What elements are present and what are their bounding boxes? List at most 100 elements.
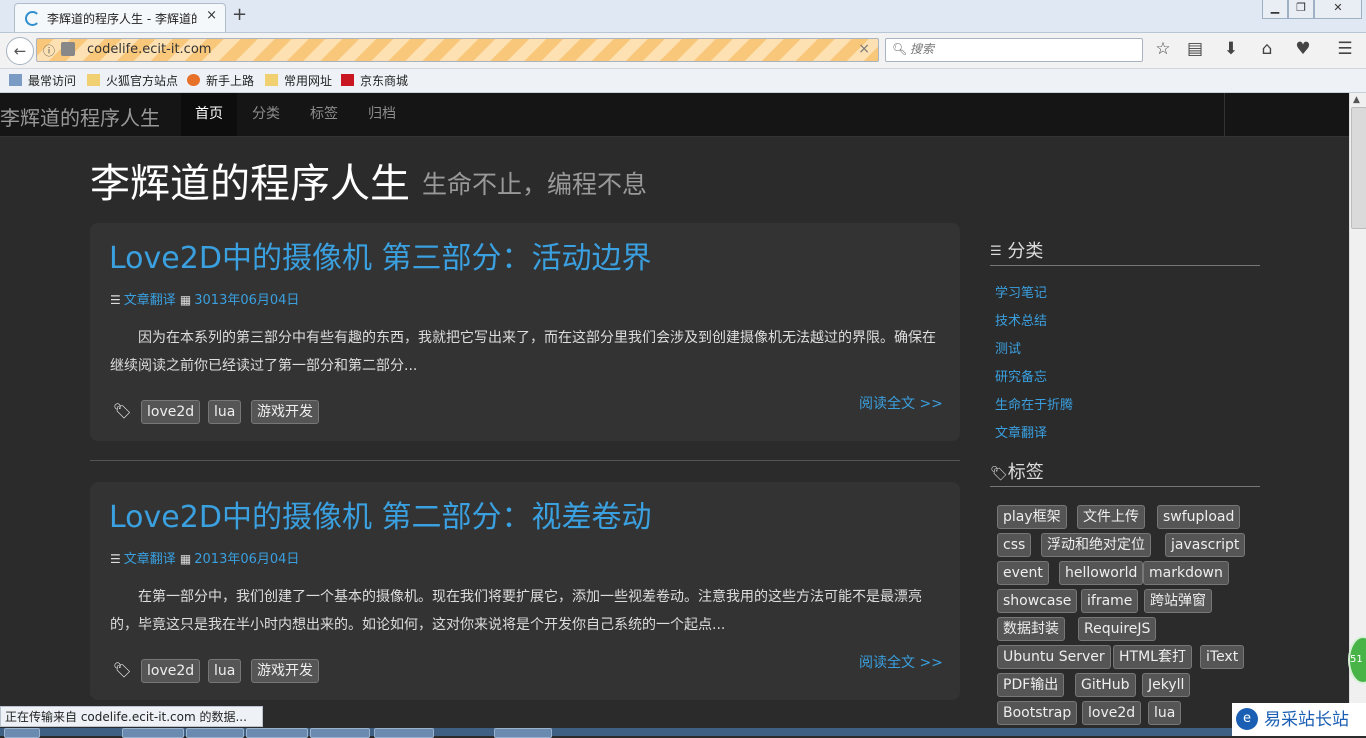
sidebar-tag[interactable]: event (997, 561, 1049, 585)
sidebar-tag[interactable]: 文件上传 (1077, 505, 1145, 529)
site-navbar: 李辉道的程序人生 首页 分类 标签 归档 (0, 93, 1349, 137)
sidebar-tag[interactable]: swfupload (1157, 505, 1241, 529)
sidebar-tag[interactable]: GitHub (1075, 673, 1136, 697)
category-link[interactable]: 研究备忘 (995, 366, 1047, 385)
post-tag[interactable]: lua (208, 659, 242, 683)
bookmark-firefox-site[interactable]: 火狐官方站点 (87, 72, 178, 89)
post-tag[interactable]: love2d (141, 400, 201, 424)
sidebar-tag[interactable]: showcase (997, 589, 1078, 613)
post-divider (90, 460, 960, 461)
sidebar-tag[interactable]: 数据封装 (997, 617, 1065, 641)
sidebar-tag[interactable]: markdown (1143, 561, 1229, 585)
post-tag[interactable]: 游戏开发 (251, 659, 319, 683)
taskbar-app[interactable] (186, 728, 244, 738)
post-excerpt: 在第一部分中，我们创建了一个基本的摄像机。现在我们将要扩展它，添加一些视差卷动。… (110, 589, 922, 633)
nav-categories[interactable]: 分类 (238, 93, 294, 136)
tags-heading: 🏷︎标签 (990, 462, 1044, 483)
close-tab-icon[interactable]: × (206, 8, 217, 23)
list-icon: ☰ (110, 552, 121, 566)
maximize-button[interactable]: ❐ (1288, 0, 1314, 19)
folder-icon (87, 74, 100, 86)
taskbar-app[interactable] (310, 728, 370, 738)
sidebar-tag[interactable]: lua (1148, 701, 1182, 725)
home-icon[interactable]: ⌂ (1256, 39, 1278, 59)
star-icon[interactable]: ☆ (1152, 39, 1174, 59)
scroll-thumb[interactable] (1351, 107, 1366, 229)
sidebar-rule (990, 265, 1260, 266)
bookmark-common-sites[interactable]: 常用网址 (265, 72, 332, 89)
site-identity-icon (61, 42, 75, 56)
new-tab-button[interactable]: + (232, 4, 247, 25)
reading-list-icon[interactable]: ▤ (1184, 39, 1206, 59)
sidebar-tag[interactable]: Jekyll (1142, 673, 1191, 697)
category-link[interactable]: 学习笔记 (995, 282, 1047, 301)
post-category[interactable]: 文章翻译 (124, 552, 176, 567)
post-meta: ☰ 文章翻译 ▦ 3013年06月04日 (110, 289, 299, 308)
bookmark-jd[interactable]: 京东商城 (341, 72, 408, 89)
sidebar-tag[interactable]: 浮动和绝对定位 (1041, 533, 1151, 557)
sidebar-tag[interactable]: play框架 (997, 505, 1067, 529)
tab-bar: 李辉道的程序人生 - 李辉道的 × + ▁ ❐ ✕ (0, 0, 1366, 33)
read-more-link[interactable]: 阅读全文 >> (859, 652, 943, 672)
sidebar-tag[interactable]: PDF输出 (997, 673, 1065, 697)
site-info-icon[interactable]: ⓘ (43, 42, 55, 59)
sidebar-tag[interactable]: iframe (1081, 589, 1139, 613)
search-input[interactable] (910, 42, 1130, 56)
sidebar-tag[interactable]: love2d (1082, 701, 1142, 725)
back-arrow-icon: ← (13, 42, 27, 60)
jd-icon (341, 74, 354, 86)
sidebar-tag[interactable]: iText (1200, 645, 1245, 669)
site-brand[interactable]: 李辉道的程序人生 (0, 102, 160, 131)
post-card: Love2D中的摄像机 第二部分：视差卷动 ☰ 文章翻译 ▦ 2013年06月04日… (90, 482, 960, 700)
taskbar-app[interactable] (374, 728, 434, 738)
watermark-text: 易采站长站 (1264, 710, 1349, 730)
taskbar-app[interactable] (494, 728, 552, 738)
scroll-up-icon[interactable]: ▲ (1353, 95, 1360, 105)
pocket-icon[interactable]: ♥ (1292, 39, 1314, 59)
post-tag[interactable]: love2d (141, 659, 201, 683)
nav-home[interactable]: 首页 (181, 93, 237, 136)
tags-icon: 🏷︎ (113, 661, 133, 679)
taskbar-app[interactable] (122, 728, 184, 738)
read-more-link[interactable]: 阅读全文 >> (859, 393, 943, 413)
post-title[interactable]: Love2D中的摄像机 第三部分：活动边界 (109, 233, 651, 277)
nav-archive[interactable]: 归档 (354, 93, 410, 136)
post-excerpt: 因为在本系列的第三部分中有些有趣的东西，我就把它写出来了，而在这部分里我们会涉及… (110, 330, 936, 374)
category-link[interactable]: 文章翻译 (995, 422, 1047, 441)
category-link[interactable]: 测试 (995, 338, 1021, 357)
sidebar-tag[interactable]: RequireJS (1078, 617, 1157, 641)
url-text[interactable]: codelife.ecit-it.com (87, 42, 211, 57)
clear-url-icon[interactable]: × (858, 41, 870, 57)
sidebar-tag[interactable]: Bootstrap (997, 701, 1078, 725)
list-icon: ☰ (990, 244, 1002, 259)
taskbar-app[interactable] (246, 728, 308, 738)
minimize-button[interactable]: ▁ (1262, 0, 1288, 19)
calendar-icon: ▦ (179, 293, 192, 307)
sidebar-tag[interactable]: helloworld (1059, 561, 1144, 585)
sidebar-tag[interactable]: Ubuntu Server (997, 645, 1111, 669)
bookmark-getting-started[interactable]: 新手上路 (187, 72, 254, 89)
status-bar: 正在传输来自 codelife.ecit-it.com 的数据... (0, 706, 263, 727)
category-link[interactable]: 技术总结 (995, 310, 1047, 329)
sidebar-tag[interactable]: css (997, 533, 1032, 557)
back-button[interactable]: ← (6, 37, 34, 65)
url-bar[interactable]: ⓘ codelife.ecit-it.com × (36, 38, 879, 62)
close-window-button[interactable]: ✕ (1314, 0, 1362, 19)
sidebar-tag[interactable]: 跨站弹窗 (1144, 589, 1212, 613)
post-tag[interactable]: lua (208, 400, 242, 424)
post-tag[interactable]: 游戏开发 (251, 400, 319, 424)
nav-tags[interactable]: 标签 (296, 93, 352, 136)
category-link[interactable]: 生命在于折腾 (995, 394, 1073, 413)
sidebar-tag[interactable]: HTML套打 (1113, 645, 1192, 669)
categories-heading: ☰ 分类 (990, 241, 1044, 262)
search-box[interactable]: 🔍︎ (885, 38, 1143, 62)
download-icon[interactable]: ⬇ (1220, 39, 1242, 59)
sidebar-tag[interactable]: javascript (1165, 533, 1246, 557)
post-date: 2013年06月04日 (194, 552, 300, 567)
bookmark-most-visited[interactable]: 最常访问 (9, 72, 76, 89)
post-category[interactable]: 文章翻译 (124, 293, 176, 308)
start-button[interactable] (4, 728, 40, 738)
browser-tab[interactable]: 李辉道的程序人生 - 李辉道的 × (14, 3, 226, 32)
menu-icon[interactable]: ☰ (1334, 39, 1356, 59)
post-title[interactable]: Love2D中的摄像机 第二部分：视差卷动 (109, 492, 651, 536)
